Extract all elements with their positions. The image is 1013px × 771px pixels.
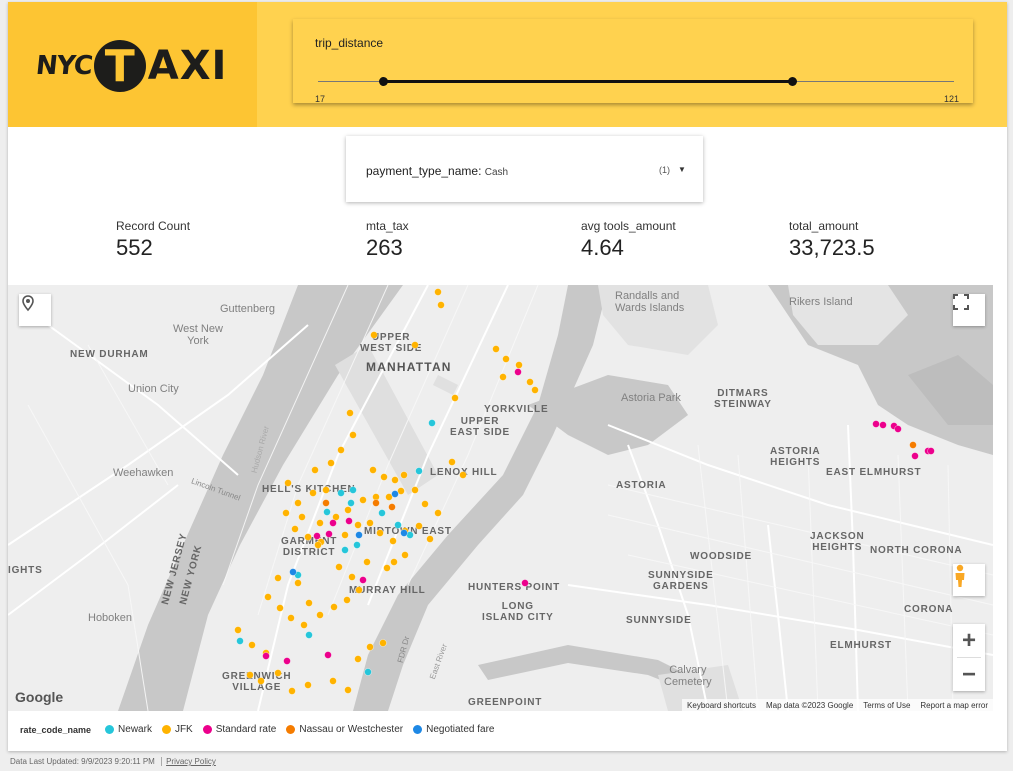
- slider-handle-min[interactable]: [379, 77, 388, 86]
- last-updated-text: Data Last Updated: 9/9/2023 9:20:11 PM: [10, 757, 155, 766]
- report-page: NYC T AXI trip_distance 17 121 payment_t…: [8, 2, 1007, 751]
- zoom-in-button[interactable]: +: [953, 624, 985, 657]
- slider-selected-range: [383, 80, 793, 83]
- slider-min-label: 17: [315, 94, 326, 104]
- kpi-value: 263: [366, 235, 403, 260]
- filter-value: Cash: [484, 167, 509, 178]
- data-points-layer: [234, 288, 935, 695]
- legend-item-standard-rate[interactable]: Standard rate: [202, 724, 277, 735]
- kpi-value: 33,723.5: [789, 235, 875, 260]
- logo-t-circle: T: [93, 40, 146, 92]
- logo-axi-text: AXI: [147, 43, 228, 89]
- pegman-icon: [955, 564, 965, 587]
- report-map-error-link[interactable]: Report a map error: [920, 701, 988, 710]
- location-pin-icon: [22, 295, 34, 312]
- legend-label: Negotiated fare: [426, 724, 495, 735]
- legend-item-nassau-westchester[interactable]: Nassau or Westchester: [286, 724, 403, 735]
- kpi-value: 552: [116, 235, 153, 260]
- kpi-mta-tax: mta_tax 263: [366, 219, 409, 261]
- terms-of-use-link[interactable]: Terms of Use: [863, 701, 910, 710]
- kpi-avg-tools-amount: avg tools_amount 4.64: [581, 219, 676, 261]
- kpi-total-amount: total_amount 33,723.5: [789, 219, 875, 261]
- header-banner: NYC T AXI trip_distance 17 121: [8, 2, 1007, 127]
- legend-label: Standard rate: [215, 724, 277, 735]
- my-location-button[interactable]: [19, 294, 51, 326]
- trip-distance-slider-card: trip_distance 17 121: [293, 19, 973, 104]
- street-view-button[interactable]: [953, 564, 985, 596]
- legend-item-newark[interactable]: Newark: [105, 724, 152, 735]
- legend-label: Newark: [118, 724, 152, 735]
- kpi-label: mta_tax: [366, 219, 409, 233]
- legend-dot: [105, 725, 115, 734]
- zoom-out-button[interactable]: −: [953, 658, 985, 691]
- slider-title: trip_distance: [315, 36, 384, 50]
- legend-label: JFK: [174, 724, 193, 735]
- slider-handle-max[interactable]: [788, 77, 797, 86]
- legend-title: rate_code_name: [20, 724, 92, 735]
- map-legend: rate_code_name Newark JFK Standard rate …: [20, 724, 494, 735]
- payment-type-filter[interactable]: payment_type_name: Cash (1) ▼: [346, 136, 703, 202]
- map-view[interactable]: Guttenberg West New York NEW DURHAM Unio…: [8, 285, 993, 711]
- map-attribution: Keyboard shortcuts Map data ©2023 Google…: [682, 699, 993, 711]
- legend-item-negotiated-fare[interactable]: Negotiated fare: [413, 724, 494, 735]
- slider-max-label: 121: [943, 94, 959, 104]
- logo-panel: NYC T AXI: [8, 2, 257, 127]
- legend-label: Nassau or Westchester: [299, 724, 404, 735]
- filter-label: payment_type_name: Cash: [366, 164, 509, 178]
- kpi-record-count: Record Count 552: [116, 219, 190, 261]
- fullscreen-icon: [953, 294, 969, 310]
- filter-name: payment_type_name: [366, 164, 479, 178]
- report-footer: Data Last Updated: 9/9/2023 9:20:11 PM P…: [10, 757, 216, 766]
- legend-dot: [202, 725, 212, 734]
- fullscreen-button[interactable]: [953, 294, 985, 326]
- logo-nyc-text: NYC: [34, 51, 94, 81]
- legend-item-jfk[interactable]: JFK: [161, 724, 193, 735]
- nyc-taxi-logo: NYC T AXI: [34, 38, 236, 94]
- filter-count: (1): [659, 165, 670, 175]
- legend-dot: [413, 725, 423, 734]
- keyboard-shortcuts-link[interactable]: Keyboard shortcuts: [687, 701, 756, 710]
- privacy-policy-link[interactable]: Privacy Policy: [161, 757, 216, 766]
- legend-dot: [286, 725, 296, 734]
- google-logo: Google: [15, 689, 64, 705]
- map-data-text: Map data ©2023 Google: [765, 700, 854, 710]
- dropdown-arrow-icon[interactable]: ▼: [678, 165, 686, 174]
- legend-dot: [161, 725, 171, 734]
- kpi-label: total_amount: [789, 219, 859, 233]
- kpi-label: Record Count: [116, 219, 191, 233]
- kpi-label: avg tools_amount: [581, 219, 676, 233]
- zoom-control: + −: [953, 624, 985, 691]
- kpi-value: 4.64: [581, 235, 624, 260]
